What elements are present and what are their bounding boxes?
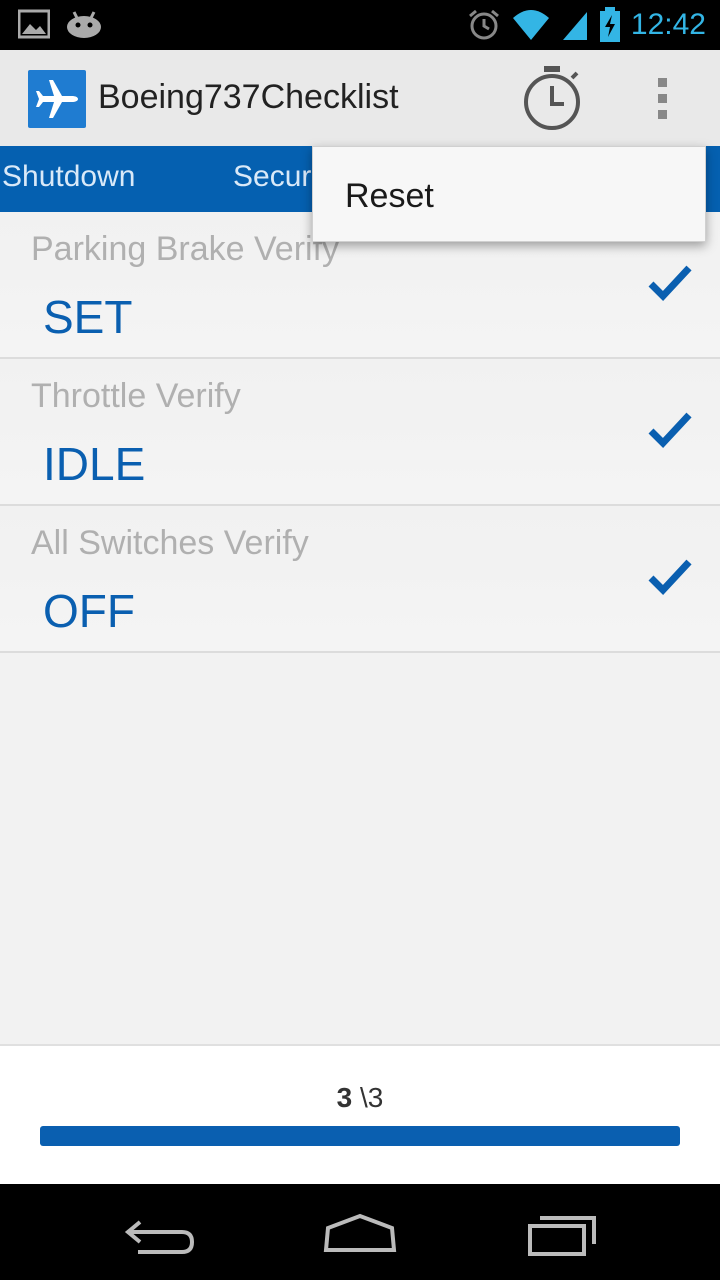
recent-apps-icon[interactable] — [522, 1202, 602, 1262]
progress-bar — [40, 1126, 680, 1146]
gallery-icon — [18, 9, 50, 39]
progress-text: 3 \3 — [0, 1082, 720, 1114]
checklist: Parking Brake Verify SET Throttle Verify… — [0, 212, 720, 653]
menu-item-reset[interactable]: Reset — [345, 177, 434, 216]
battery-charging-icon — [599, 7, 620, 42]
status-clock: 12:42 — [630, 8, 706, 41]
checkmark-icon[interactable] — [648, 558, 692, 596]
progress-footer: 3 \3 — [0, 1044, 720, 1186]
android-icon — [67, 11, 101, 38]
progress-total: \3 — [352, 1082, 384, 1113]
airplane-icon[interactable] — [28, 70, 86, 128]
item-value: OFF — [43, 585, 135, 637]
item-value: IDLE — [43, 438, 146, 490]
app-title: Boeing737Checklist — [98, 78, 399, 116]
tab-shutdown[interactable]: Shutdown — [2, 160, 135, 194]
list-item[interactable]: All Switches Verify OFF — [0, 506, 720, 653]
navigation-bar — [0, 1184, 720, 1280]
overflow-popup-menu: Reset — [312, 146, 706, 242]
checkmark-icon[interactable] — [648, 264, 692, 302]
checkmark-icon[interactable] — [648, 411, 692, 449]
home-icon[interactable] — [320, 1202, 400, 1262]
wifi-icon — [512, 10, 549, 40]
progress-current: 3 — [336, 1082, 353, 1113]
action-bar: Boeing737Checklist — [0, 50, 720, 147]
item-label: Throttle Verify — [31, 377, 241, 415]
list-item[interactable]: Throttle Verify IDLE — [0, 359, 720, 506]
tab-secure[interactable]: Secur — [233, 160, 311, 194]
timer-icon[interactable] — [520, 64, 584, 134]
alarm-icon — [468, 9, 499, 40]
status-bar: 12:42 — [0, 0, 720, 50]
item-label: All Switches Verify — [31, 524, 309, 562]
signal-icon — [562, 12, 587, 40]
back-icon[interactable] — [120, 1202, 200, 1262]
item-label: Parking Brake Verify — [31, 230, 340, 268]
overflow-menu-icon[interactable] — [652, 74, 674, 124]
progress-fill — [40, 1126, 680, 1146]
item-value: SET — [43, 291, 133, 343]
